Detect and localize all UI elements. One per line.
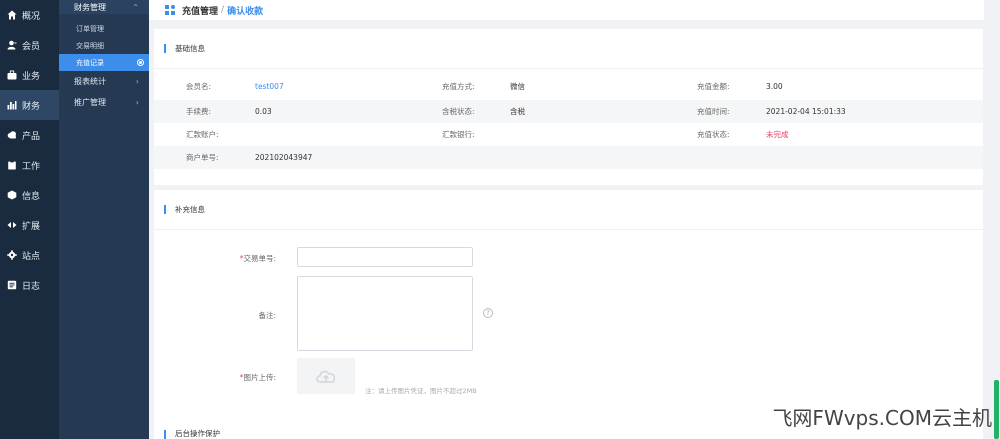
- nav-label: 扩展: [22, 221, 41, 232]
- nav-finance[interactable]: 财务: [0, 90, 59, 120]
- nav-label: 信息: [22, 191, 41, 202]
- breadcrumb-separator: /: [221, 5, 225, 15]
- gear-icon: [6, 250, 17, 261]
- chevron-right-icon: ›: [135, 77, 139, 86]
- member-name-link[interactable]: test007: [255, 82, 284, 91]
- nav-label: 产品: [22, 131, 41, 142]
- nav-work[interactable]: 工作: [0, 150, 59, 180]
- submenu-order-management[interactable]: 订单管理: [59, 20, 149, 37]
- recharge-amount-label: 充值金额:: [697, 82, 730, 91]
- remit-bank-label: 汇款银行:: [442, 130, 475, 139]
- submenu-recharge-record[interactable]: 充值记录: [59, 54, 149, 71]
- chevron-right-icon: ›: [135, 98, 139, 107]
- main-content: 基础信息 会员名: test007 充值方式: 微信 充值金额: 3.00 手续…: [149, 20, 984, 439]
- nav-product[interactable]: 产品: [0, 120, 59, 150]
- nav-log[interactable]: 日志: [0, 270, 59, 300]
- cloud-icon: [6, 130, 17, 141]
- supplement-info-title: 补充信息: [154, 190, 983, 230]
- member-name-label: 会员名:: [186, 82, 212, 91]
- nav-member[interactable]: 会员: [0, 30, 59, 60]
- info-row: 手续费: 0.03 含税状态: 含税 充值时间: 2021-02-04 15:0…: [154, 100, 983, 123]
- trade-no-label-text: 交易单号:: [243, 254, 276, 263]
- menu-report-stats[interactable]: 报表统计 ›: [59, 71, 149, 92]
- basic-info-title: 基础信息: [154, 29, 983, 69]
- note-label: 备注:: [258, 311, 276, 320]
- recharge-status-label: 充值状态:: [697, 130, 730, 139]
- info-row: 汇款账户: 汇款银行: 充值状态: 未完成: [154, 123, 983, 146]
- fee-label: 手续费:: [186, 107, 212, 116]
- tax-status-value: 含税: [510, 107, 525, 116]
- home-icon: [6, 10, 17, 21]
- nav-site[interactable]: 站点: [0, 240, 59, 270]
- submenu-transaction-detail[interactable]: 交易明细: [59, 37, 149, 54]
- chevron-up-icon: ⌃: [132, 2, 139, 12]
- trade-no-label: *交易单号:: [156, 253, 276, 264]
- fee-value: 0.03: [255, 107, 272, 116]
- primary-sidebar: 概况 会员 业务 财务 产品 工作 信息 扩展 站点 日志: [0, 0, 59, 439]
- nav-label: 概况: [22, 11, 41, 22]
- cube-icon: [6, 190, 17, 201]
- note-textarea[interactable]: [297, 276, 473, 351]
- nav-overview[interactable]: 概况: [0, 0, 59, 30]
- nav-business[interactable]: 业务: [0, 60, 59, 90]
- nav-label: 工作: [22, 161, 41, 172]
- merchant-order-label: 商户单号:: [186, 153, 219, 162]
- chart-icon: [6, 100, 17, 111]
- finance-menu-title: 财务管理: [74, 2, 106, 12]
- image-upload-box[interactable]: [297, 358, 355, 394]
- recharge-time-value: 2021-02-04 15:01:33: [766, 107, 846, 116]
- recharge-status-value: 未完成: [766, 130, 789, 139]
- menu-promotion[interactable]: 推广管理 ›: [59, 92, 149, 113]
- recharge-method-label: 充值方式:: [442, 82, 475, 91]
- info-row: 商户单号: 202102043947: [154, 146, 983, 169]
- watermark-text: 飞网FWvps.COM云主机: [772, 406, 992, 430]
- help-icon[interactable]: ?: [483, 308, 493, 318]
- scrollbar-thumb[interactable]: [994, 380, 999, 439]
- nav-label: 日志: [22, 281, 41, 292]
- nav-label: 业务: [22, 71, 41, 82]
- nav-label: 财务: [22, 101, 41, 112]
- recharge-amount-value: 3.00: [766, 82, 783, 91]
- nav-label: 会员: [22, 41, 41, 52]
- menu-label: 报表统计: [74, 77, 106, 86]
- code-icon: [6, 220, 17, 231]
- log-icon: [6, 280, 17, 291]
- cloud-upload-icon: [316, 370, 336, 383]
- page-scrollbar[interactable]: [984, 0, 1000, 439]
- image-upload-label-text: 图片上传:: [243, 373, 276, 382]
- nav-info[interactable]: 信息: [0, 180, 59, 210]
- briefcase-icon: [6, 70, 17, 81]
- info-row: 会员名: test007 充值方式: 微信 充值金额: 3.00: [154, 75, 983, 98]
- page-header: 充值管理 / 确认收款: [149, 0, 984, 20]
- nav-extension[interactable]: 扩展: [0, 210, 59, 240]
- remit-account-label: 汇款账户:: [186, 130, 219, 139]
- secondary-sidebar: 财务管理 ⌃ 订单管理 交易明细 充值记录 报表统计 › 推广管理 ›: [59, 0, 149, 439]
- nav-label: 站点: [22, 251, 41, 262]
- upload-hint: 注：请上传图片凭证，图片不超过2MB: [365, 387, 477, 395]
- supplement-info-card: 补充信息 *交易单号: 备注: ? *图片上传: 注：请上传图片凭证，图片不超过…: [154, 190, 983, 423]
- apps-grid-icon: [165, 5, 175, 15]
- recharge-method-value: 微信: [510, 82, 525, 91]
- tax-status-label: 含税状态:: [442, 107, 475, 116]
- submenu-label: 充值记录: [76, 58, 104, 67]
- active-radio-icon: [137, 59, 144, 66]
- page-title: 充值管理: [182, 6, 219, 17]
- clipboard-icon: [6, 160, 17, 171]
- merchant-order-value: 202102043947: [255, 153, 313, 162]
- basic-info-card: 基础信息 会员名: test007 充值方式: 微信 充值金额: 3.00 手续…: [154, 29, 983, 185]
- recharge-time-label: 充值时间:: [697, 107, 730, 116]
- image-upload-label: *图片上传:: [156, 372, 276, 383]
- trade-no-input[interactable]: [297, 247, 473, 267]
- menu-label: 推广管理: [74, 98, 106, 107]
- user-icon: [6, 40, 17, 51]
- finance-menu-header[interactable]: 财务管理 ⌃: [59, 0, 149, 14]
- breadcrumb-current: 确认收款: [227, 6, 264, 17]
